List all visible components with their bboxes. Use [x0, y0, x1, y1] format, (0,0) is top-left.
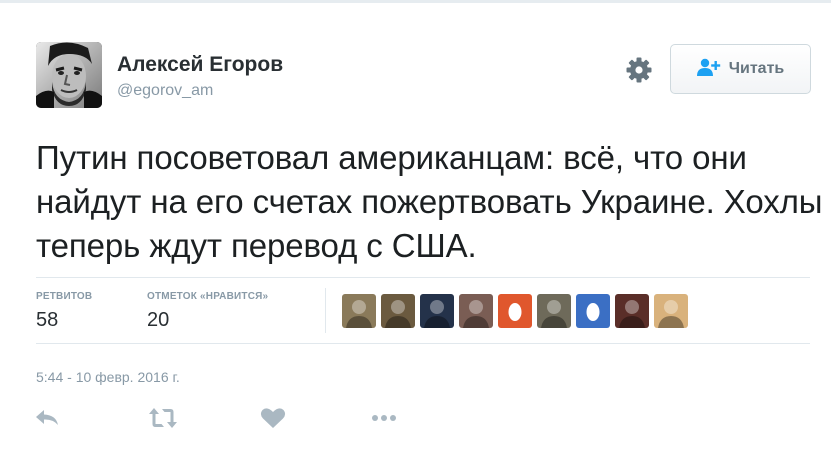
- author-avatar[interactable]: [36, 42, 102, 108]
- user-avatar-icon: [342, 294, 376, 328]
- user-avatar-icon: [654, 294, 688, 328]
- retweet-icon[interactable]: [148, 406, 177, 430]
- stats-bottom-divider: [36, 343, 810, 344]
- tweet-text: Путин посоветовал американцам: всё, что …: [36, 139, 823, 264]
- tweet-timestamp[interactable]: 5:44 - 10 февр. 2016 г.: [36, 369, 180, 385]
- liker-avatar[interactable]: [498, 294, 532, 328]
- liker-avatar[interactable]: [459, 294, 493, 328]
- liker-avatar[interactable]: [342, 294, 376, 328]
- liker-avatar[interactable]: [537, 294, 571, 328]
- follow-button-label: Читать: [728, 60, 785, 77]
- liker-avatar[interactable]: [654, 294, 688, 328]
- liker-avatar[interactable]: [576, 294, 610, 328]
- more-icon[interactable]: [370, 406, 398, 430]
- liker-avatar[interactable]: [420, 294, 454, 328]
- user-avatar-icon: [420, 294, 454, 328]
- retweets-label[interactable]: РЕТВИТОВ: [36, 291, 92, 302]
- user-avatar-icon: [381, 294, 415, 328]
- author-name[interactable]: Алексей Егоров: [117, 53, 283, 77]
- user-avatar-icon: [537, 294, 571, 328]
- like-icon[interactable]: [259, 406, 287, 430]
- stats-top-divider: [36, 277, 810, 278]
- retweets-count[interactable]: 58: [36, 309, 58, 332]
- reply-icon[interactable]: [34, 406, 62, 430]
- liker-avatars: [342, 294, 688, 328]
- likes-count[interactable]: 20: [147, 309, 169, 332]
- stats-separator: [325, 288, 326, 333]
- person-plus-icon: [696, 58, 721, 81]
- likes-label[interactable]: ОТМЕТОК «НРАВИТСЯ»: [147, 291, 268, 302]
- gear-icon[interactable]: [625, 56, 653, 84]
- author-handle[interactable]: @egorov_am: [117, 82, 213, 100]
- liker-avatar[interactable]: [615, 294, 649, 328]
- tweet-card: Алексей Егоров @egorov_am Читать Путин п…: [0, 0, 831, 462]
- egg-avatar-icon: [576, 294, 610, 328]
- egg-avatar-icon: [498, 294, 532, 328]
- user-avatar-icon: [459, 294, 493, 328]
- user-avatar-icon: [615, 294, 649, 328]
- liker-avatar[interactable]: [381, 294, 415, 328]
- follow-button[interactable]: Читать: [670, 44, 811, 94]
